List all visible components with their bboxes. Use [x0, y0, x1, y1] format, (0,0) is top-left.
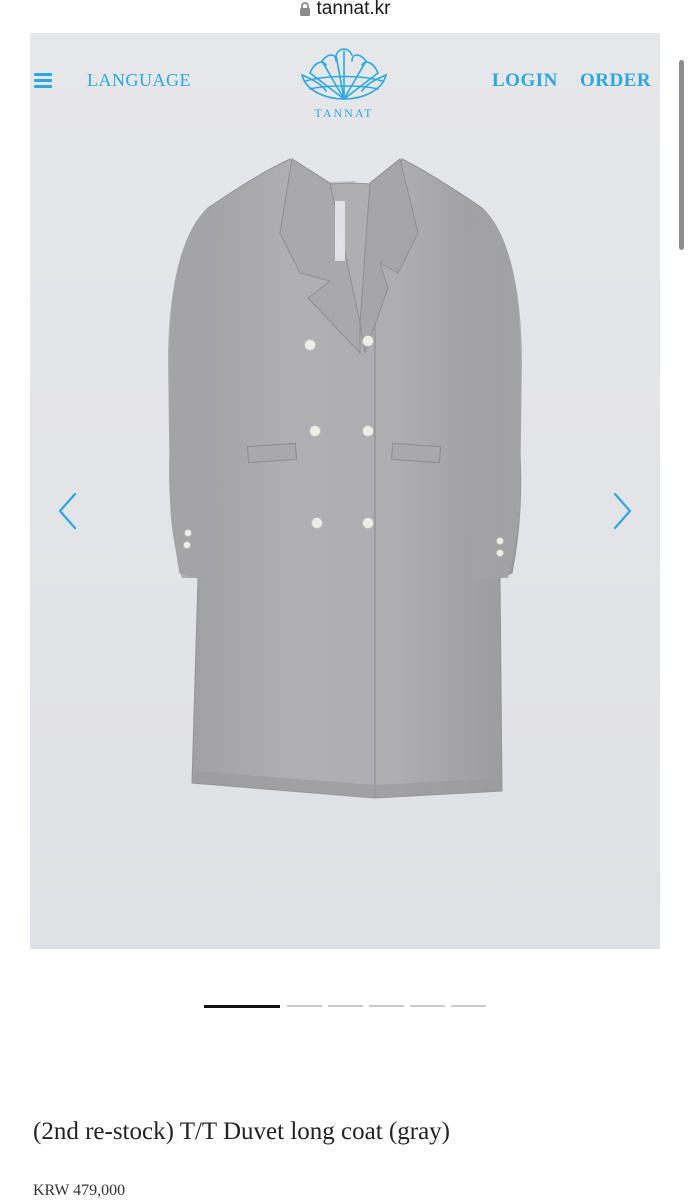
hamburger-menu-icon[interactable]	[34, 73, 52, 89]
page-scrollbar[interactable]	[679, 60, 684, 250]
login-link[interactable]: LOGIN	[492, 70, 558, 92]
url-display[interactable]: tannat.kr	[299, 0, 391, 20]
site-header: LANGUAGE TANNAT LOGIN ORDER	[30, 33, 660, 133]
order-link[interactable]: ORDER	[580, 70, 651, 92]
product-image	[30, 33, 660, 949]
product-image-carousel[interactable]: LANGUAGE TANNAT LOGIN ORDER	[30, 33, 660, 949]
language-link[interactable]: LANGUAGE	[87, 70, 191, 91]
carousel-indicator-active[interactable]	[204, 1005, 280, 1008]
chevron-right-icon[interactable]	[610, 491, 634, 531]
product-title: (2nd re-stock) T/T Duvet long coat (gray…	[33, 1118, 451, 1145]
carousel-indicator[interactable]	[328, 1005, 363, 1007]
carousel-indicator[interactable]	[451, 1005, 486, 1007]
shell-logo-icon	[300, 48, 388, 100]
carousel-indicator[interactable]	[410, 1005, 445, 1007]
logo-wordmark: TANNAT	[314, 106, 374, 120]
browser-address-bar[interactable]: tannat.kr	[0, 0, 689, 30]
product-price: KRW 479,000	[33, 1182, 126, 1199]
carousel-indicator[interactable]	[369, 1005, 404, 1007]
carousel-indicators	[0, 1005, 689, 1009]
lock-icon	[299, 2, 311, 16]
carousel-indicator[interactable]	[287, 1005, 322, 1007]
tannat-logo[interactable]: TANNAT	[296, 45, 392, 121]
url-text: tannat.kr	[316, 0, 391, 19]
chevron-left-icon[interactable]	[56, 491, 80, 531]
